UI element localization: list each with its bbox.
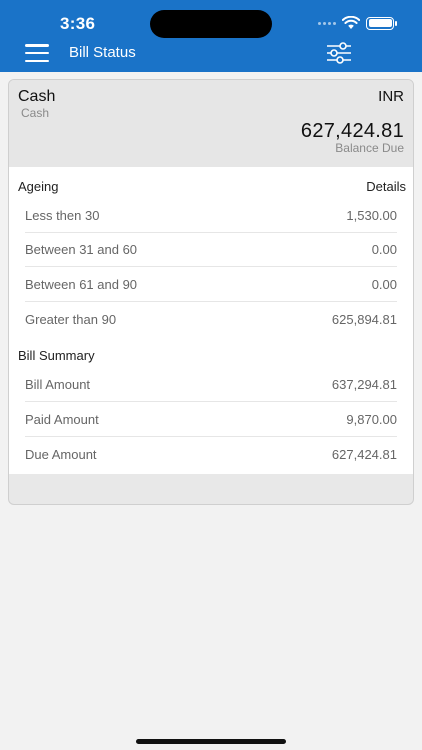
hamburger-menu-icon[interactable] (25, 44, 49, 62)
summary-row-value: 9,870.00 (346, 412, 397, 427)
home-indicator[interactable] (136, 739, 286, 744)
details-link[interactable]: Details (366, 179, 406, 199)
currency-code: INR (378, 88, 404, 105)
balance-label: Balance Due (335, 141, 404, 155)
bill-summary-title: Bill Summary (18, 348, 95, 363)
ageing-row-label: Greater than 90 (25, 311, 117, 327)
account-subtitle: Cash (21, 106, 50, 120)
summary-row-label: Paid Amount (25, 412, 99, 427)
bill-status-card: Cash Cash INR 627,424.81 Balance Due Age… (8, 79, 414, 505)
status-icons (318, 14, 397, 32)
summary-row-label: Bill Amount (25, 377, 91, 392)
page-title: Bill Status (69, 44, 136, 61)
account-summary[interactable]: Cash Cash INR 627,424.81 Balance Due (9, 80, 413, 167)
summary-row-value: 627,424.81 (331, 446, 397, 462)
ageing-row: Less then 30 1,530.00 (25, 199, 397, 233)
summary-row: Due Amount 627,424.81 (25, 437, 397, 471)
ageing-row-label: Between 31 and 60 (25, 242, 138, 257)
top-app-bar: 3:36 Bill Status (0, 0, 422, 72)
ageing-row-value: 0.00 (371, 277, 397, 292)
ageing-header: Ageing Details (18, 179, 406, 199)
wifi-icon (342, 16, 360, 29)
balance-amount: 627,424.81 (300, 120, 404, 142)
sliders-icon[interactable] (326, 42, 352, 64)
cellular-signal-icon (318, 21, 336, 25)
status-time: 3:36 (60, 14, 96, 33)
bill-details: Ageing Details Less then 30 1,530.00 Bet… (9, 167, 413, 474)
summary-row: Paid Amount 9,870.00 (25, 403, 397, 437)
ageing-row: Between 31 and 60 0.00 (25, 233, 397, 267)
summary-row: Bill Amount 637,294.81 (25, 368, 397, 402)
ageing-row-label: Less then 30 (25, 208, 100, 223)
ageing-row-value: 0.00 (371, 242, 397, 257)
dynamic-island (150, 10, 272, 38)
ageing-row-label: Between 61 and 90 (25, 277, 138, 292)
summary-row-value: 637,294.81 (331, 377, 397, 392)
ageing-row: Greater than 90 625,894.81 (25, 302, 397, 336)
ageing-row-value: 1,530.00 (346, 208, 397, 223)
ageing-row: Between 61 and 90 0.00 (25, 268, 397, 302)
bill-summary-header: Bill Summary (18, 348, 406, 368)
ageing-row-value: 625,894.81 (331, 311, 397, 327)
ageing-title: Ageing (18, 179, 59, 194)
battery-icon (366, 16, 397, 30)
summary-row-label: Due Amount (25, 446, 97, 462)
account-name: Cash (18, 88, 56, 105)
